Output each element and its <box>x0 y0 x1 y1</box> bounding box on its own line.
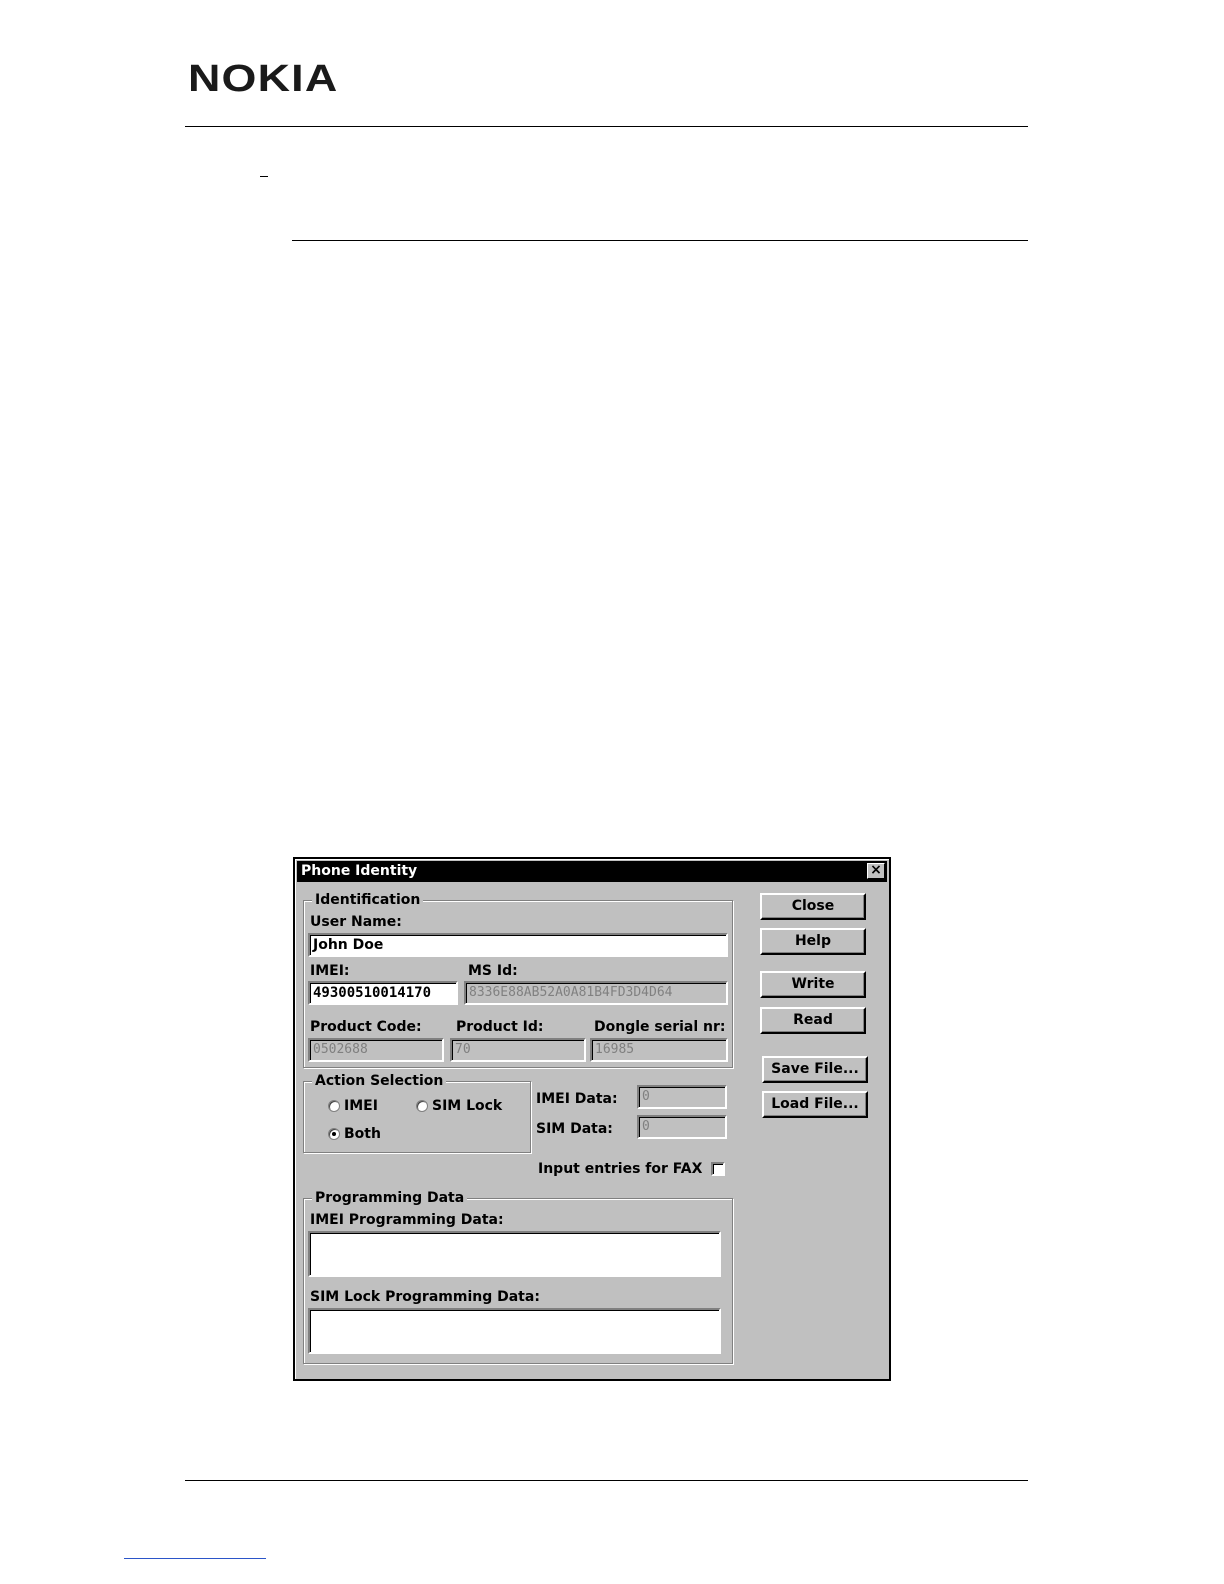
dialog-title: Phone Identity <box>301 863 418 879</box>
sim-lock-programming-label: SIM Lock Programming Data: <box>310 1289 540 1305</box>
ms-id-label: MS Id: <box>468 963 518 979</box>
footer-rule <box>185 1480 1028 1481</box>
write-button[interactable]: Write <box>760 971 866 998</box>
identification-group: Identification User Name: John Doe IMEI:… <box>303 892 733 1068</box>
imei-programming-textarea[interactable] <box>308 1231 721 1277</box>
dongle-serial-field: 16985 <box>590 1038 728 1062</box>
phone-identity-dialog: Phone Identity × Identification User Nam… <box>293 857 891 1381</box>
radio-both-label[interactable]: Both <box>344 1126 381 1142</box>
action-selection-group: Action Selection IMEI SIM Lock Both <box>303 1073 531 1153</box>
save-file-button[interactable]: Save File... <box>762 1056 868 1083</box>
dongle-serial-label: Dongle serial nr: <box>594 1019 726 1035</box>
product-id-field: 70 <box>450 1038 586 1062</box>
user-name-input[interactable]: John Doe <box>308 933 728 957</box>
ms-id-field: 8336E88AB52A0A81B4FD3D4D64 <box>464 981 728 1005</box>
margin-mark <box>260 176 268 177</box>
imei-data-field: 0 <box>637 1085 727 1109</box>
imei-label: IMEI: <box>310 963 350 979</box>
programming-data-legend: Programming Data <box>312 1190 468 1206</box>
radio-sim-lock[interactable] <box>416 1100 428 1112</box>
sim-lock-programming-textarea[interactable] <box>308 1308 721 1354</box>
radio-both[interactable] <box>328 1128 340 1140</box>
footer-link-underline <box>124 1558 266 1559</box>
radio-imei-label[interactable]: IMEI <box>344 1098 378 1114</box>
identification-legend: Identification <box>312 892 424 908</box>
nokia-logo: NOKIA <box>188 58 339 100</box>
fax-label[interactable]: Input entries for FAX <box>538 1161 702 1177</box>
imei-input[interactable]: 49300510014170 <box>308 981 458 1005</box>
user-name-label: User Name: <box>310 914 402 930</box>
product-code-label: Product Code: <box>310 1019 422 1035</box>
dialog-titlebar: Phone Identity × <box>297 861 887 882</box>
fax-checkbox[interactable] <box>711 1162 725 1176</box>
close-icon[interactable]: × <box>867 863 885 879</box>
sim-data-field: 0 <box>637 1115 727 1139</box>
programming-data-group: Programming Data IMEI Programming Data: … <box>303 1190 733 1364</box>
radio-imei[interactable] <box>328 1100 340 1112</box>
sim-data-label: SIM Data: <box>536 1121 613 1137</box>
header-rule <box>185 126 1028 127</box>
product-code-field: 0502688 <box>308 1038 444 1062</box>
load-file-button[interactable]: Load File... <box>762 1091 868 1118</box>
section-rule <box>292 240 1028 241</box>
help-button[interactable]: Help <box>760 928 866 955</box>
read-button[interactable]: Read <box>760 1007 866 1034</box>
imei-data-label: IMEI Data: <box>536 1091 618 1107</box>
product-id-label: Product Id: <box>456 1019 544 1035</box>
action-selection-legend: Action Selection <box>312 1073 447 1089</box>
imei-programming-label: IMEI Programming Data: <box>310 1212 504 1228</box>
radio-sim-lock-label[interactable]: SIM Lock <box>432 1098 502 1114</box>
close-button[interactable]: Close <box>760 893 866 920</box>
